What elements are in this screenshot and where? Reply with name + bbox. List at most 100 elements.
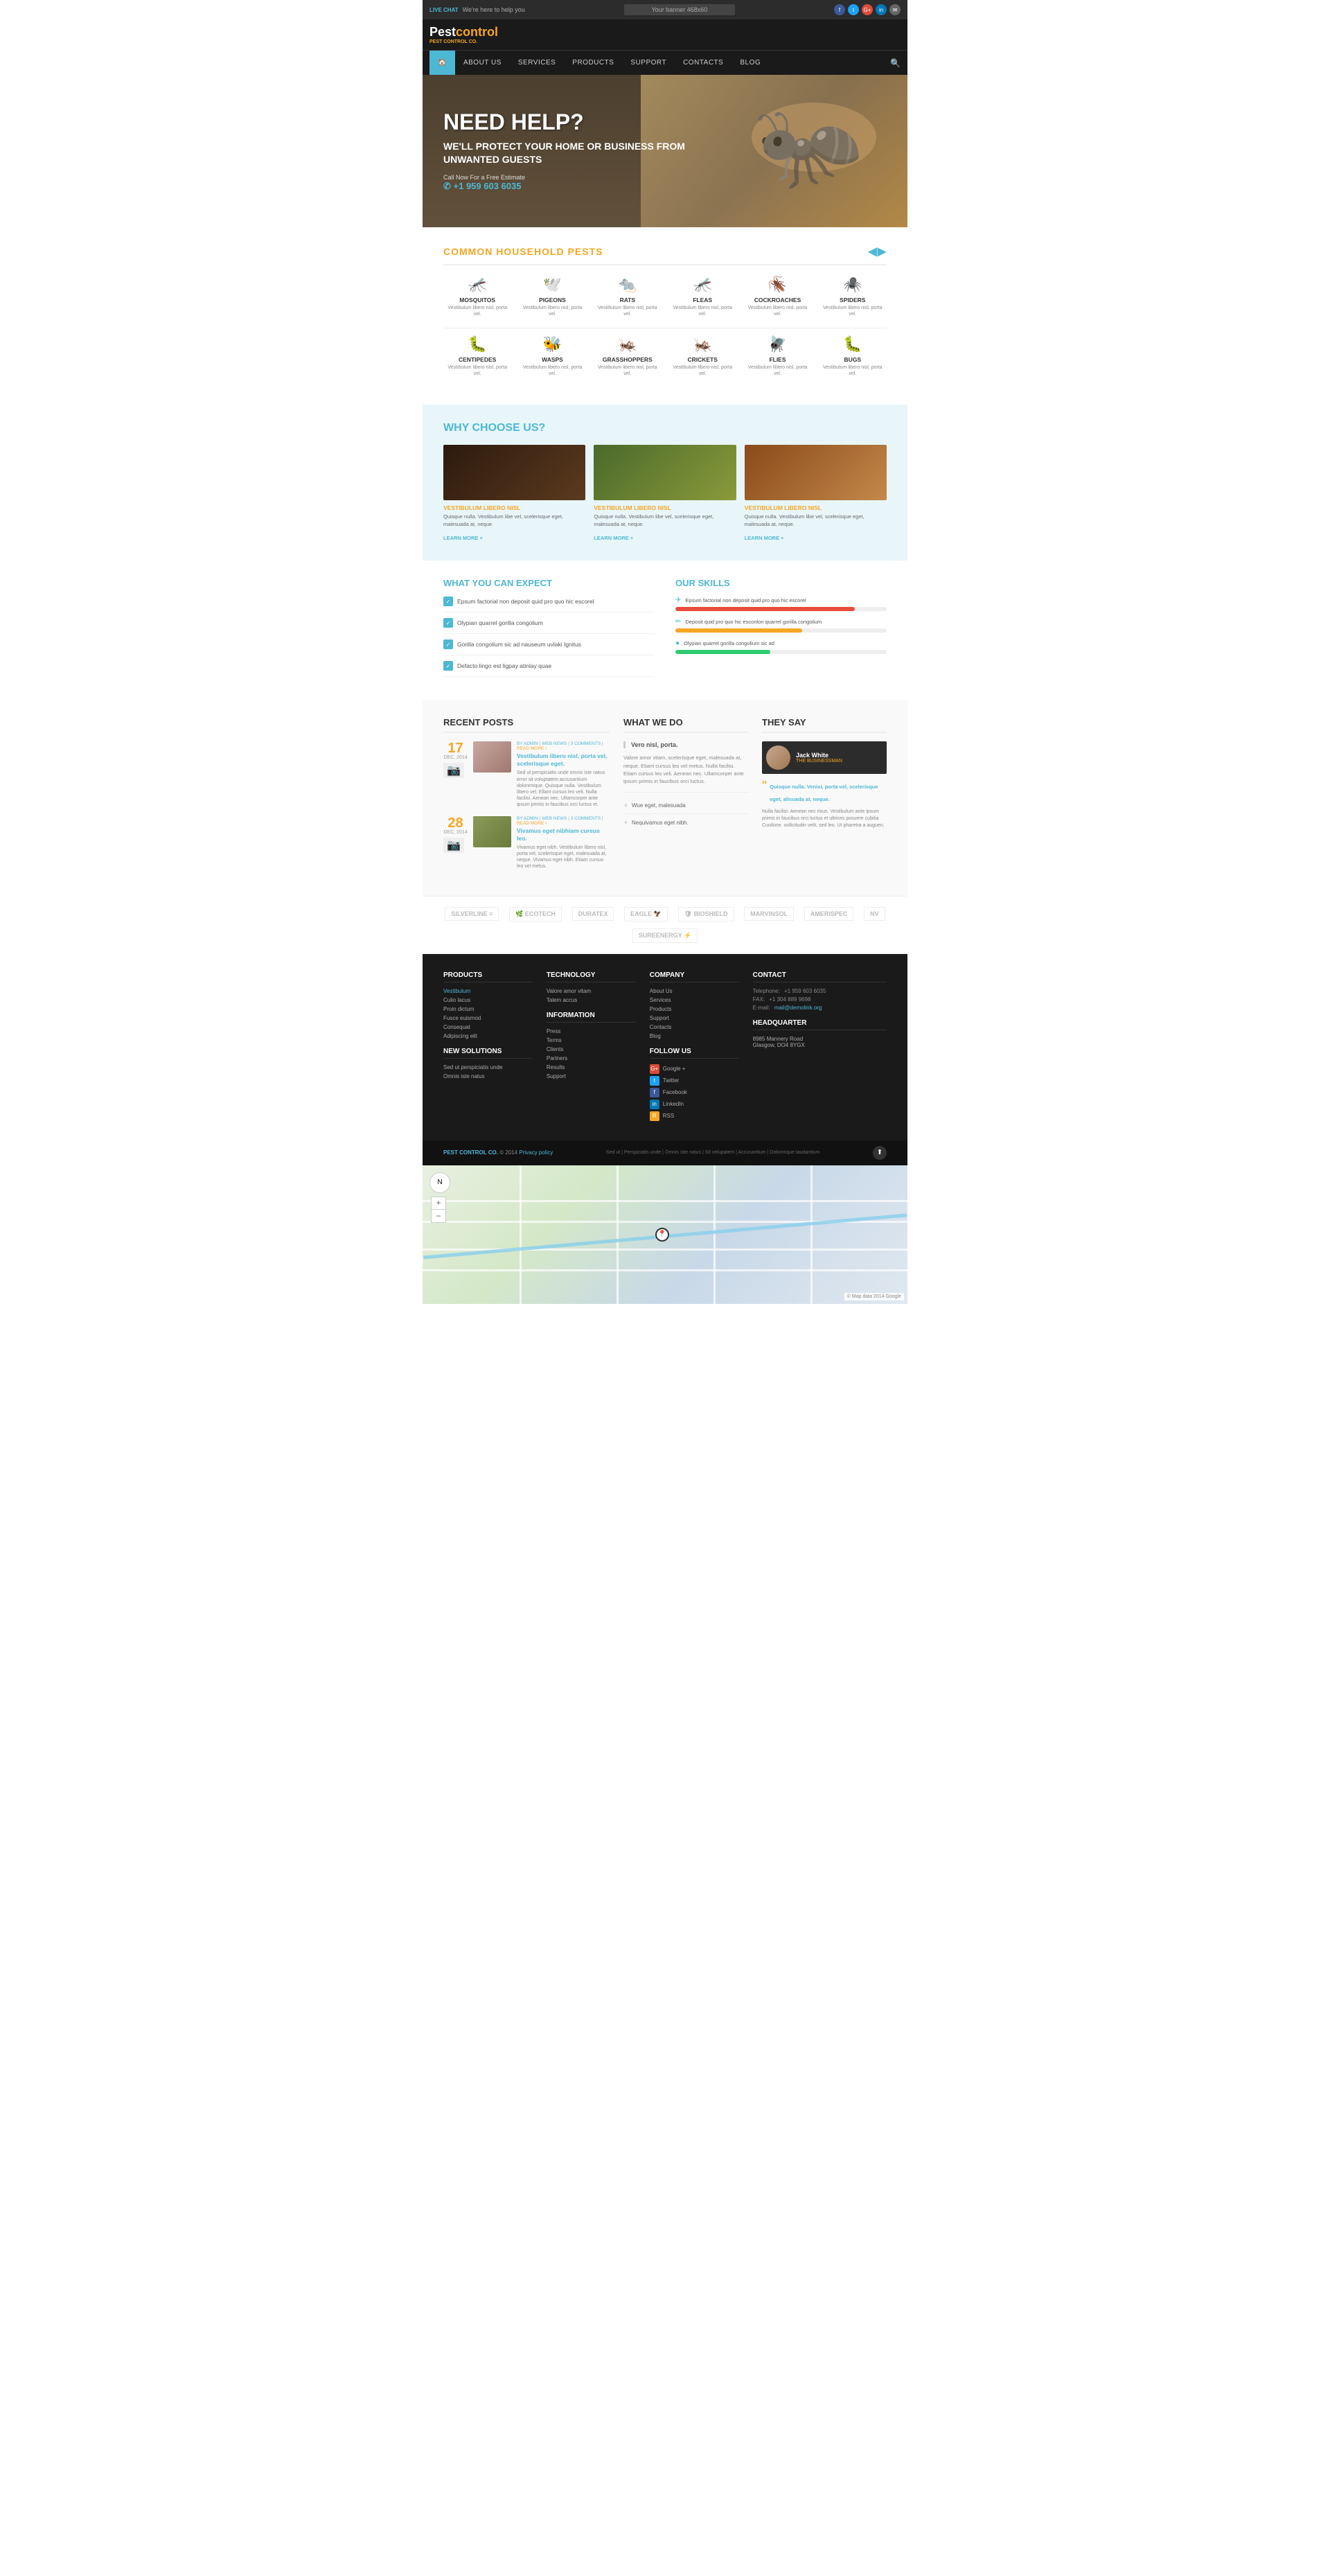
- facebook-icon[interactable]: f: [834, 4, 845, 15]
- pest-mosquitos[interactable]: 🦟 MOSQUITOS Vestibulum libero nisl, port…: [443, 276, 511, 317]
- map-pin[interactable]: 📍: [655, 1228, 669, 1242]
- pest-flies[interactable]: 🪰 FLIES Vestibulum libero nisl, porta ve…: [743, 335, 811, 377]
- lower-section: RECENT POSTS 17 DEC, 2014 📷 BY ADMIN | W…: [423, 700, 907, 895]
- footer-link-support[interactable]: Support: [547, 1073, 636, 1079]
- recent-posts-title: RECENT POSTS: [443, 717, 610, 733]
- learn-more-3[interactable]: LEARN MORE +: [745, 535, 784, 541]
- pest-cockroaches[interactable]: 🪳 COCKROACHES Vestibulum libero nisl, po…: [743, 276, 811, 317]
- flea-icon: 🦟: [668, 276, 736, 294]
- follow-twitter[interactable]: t Twitter: [650, 1076, 739, 1086]
- footer-link-press[interactable]: Press: [547, 1028, 636, 1034]
- wwd-item-1: + Wue eget, malesuada: [623, 797, 748, 814]
- nav-products[interactable]: PRODUCTS: [564, 51, 622, 75]
- follow-facebook[interactable]: f Facebook: [650, 1088, 739, 1097]
- pest-name: SPIDERS: [819, 297, 887, 303]
- email-icon[interactable]: ✉: [889, 4, 901, 15]
- footer-link-talem[interactable]: Talem accus: [547, 997, 636, 1003]
- follow-rss[interactable]: R RSS: [650, 1111, 739, 1121]
- post-date-2: 28 DEC, 2014 📷: [443, 816, 468, 870]
- footer-email-link[interactable]: mail@demolink.org: [774, 1005, 822, 1011]
- testimonial-col: THEY SAY Jack White THE BUSINESSMAN " Qu…: [762, 717, 887, 878]
- pest-wasps[interactable]: 🐝 WASPS Vestibulum libero nisl, porta ve…: [518, 335, 586, 377]
- what-we-do-main-text: Vero nisl, porta.: [631, 741, 748, 748]
- footer-link-proin[interactable]: Proin dictum: [443, 1006, 533, 1012]
- nav-services[interactable]: SERVICES: [510, 51, 564, 75]
- hero-cta: Call Now For a Free Estimate: [443, 174, 687, 181]
- pest-centipedes[interactable]: 🐛 CENTIPEDES Vestibulum libero nisl, por…: [443, 335, 511, 377]
- back-to-top-button[interactable]: ⬆: [873, 1146, 887, 1160]
- pest-crickets[interactable]: 🦗 CRICKETS Vestibulum libero nisl, porta…: [668, 335, 736, 377]
- pest-grasshoppers[interactable]: 🦗 GRASSHOPPERS Vestibulum libero nisl, p…: [594, 335, 662, 377]
- pests-arrow-right[interactable]: ◀▶: [868, 245, 887, 258]
- spider-icon: 🕷️: [819, 276, 887, 294]
- banner-placeholder[interactable]: Your banner 468x60: [624, 4, 736, 15]
- footer-link-clients[interactable]: Clients: [547, 1046, 636, 1052]
- hero-phone[interactable]: ✆ +1 959 603 6035: [443, 181, 687, 192]
- post-meta-2: BY ADMIN | WEB NEWS | 3 COMMENTS | READ …: [517, 816, 610, 826]
- nav-contacts[interactable]: CONTACTS: [675, 51, 732, 75]
- nav-home[interactable]: 🏠: [429, 51, 455, 75]
- footer-link-fusce[interactable]: Fusce euismod: [443, 1015, 533, 1021]
- fly-icon: 🪰: [743, 335, 811, 353]
- nav-blog[interactable]: BLOG: [732, 51, 769, 75]
- footer-link-vestibulum[interactable]: Vestibulum: [443, 988, 533, 994]
- skill-icon-2: ✏: [675, 618, 681, 626]
- map-road-vertical-4: [810, 1165, 813, 1304]
- follow-linkedin[interactable]: in LinkedIn: [650, 1100, 739, 1109]
- map-zoom-in[interactable]: +: [432, 1197, 445, 1210]
- twitter-icon[interactable]: t: [848, 4, 859, 15]
- map-zoom-out[interactable]: −: [432, 1210, 445, 1222]
- learn-more-1[interactable]: LEARN MORE +: [443, 535, 483, 541]
- footer-link-new2[interactable]: Omnis iste natus: [443, 1073, 533, 1079]
- post-excerpt-1: Sed ut perspiciatis unde omnis iste natu…: [517, 770, 610, 808]
- hero-subtitle: WE'LL PROTECT YOUR HOME OR BUSINESS FROM…: [443, 140, 687, 165]
- footer-link-blog[interactable]: Blog: [650, 1033, 739, 1039]
- linkedin-icon[interactable]: in: [876, 4, 887, 15]
- footer-link-products[interactable]: Products: [650, 1006, 739, 1012]
- google-plus-icon[interactable]: G+: [862, 4, 873, 15]
- skill-bar-bg-3: [675, 650, 887, 654]
- footer-link-services[interactable]: Services: [650, 997, 739, 1003]
- pest-rats[interactable]: 🐀 RATS Vestibulum libero nisl, porta vel…: [594, 276, 662, 317]
- follow-rss-icon: R: [650, 1111, 659, 1121]
- nav-support[interactable]: SUPPORT: [622, 51, 675, 75]
- top-bar: LIVE CHAT We're here to help you Your ba…: [423, 0, 907, 19]
- footer-link-consequat[interactable]: Consequat: [443, 1024, 533, 1030]
- privacy-policy-link[interactable]: Privacy policy: [519, 1149, 553, 1156]
- footer-link-adipiscing[interactable]: Adipiscing elit: [443, 1033, 533, 1039]
- site-logo[interactable]: Pestcontrol PEST CONTROL CO.: [429, 25, 498, 44]
- pest-pigeons[interactable]: 🕊️ PIGEONS Vestibulum libero nisl, porta…: [518, 276, 586, 317]
- footer-link-terms[interactable]: Terms: [547, 1037, 636, 1043]
- pest-desc: Vestibulum libero nisl, porta vel.: [743, 364, 811, 377]
- footer-bottom: PEST CONTROL CO. © 2014 Privacy policy S…: [423, 1140, 907, 1165]
- footer-link-about[interactable]: About Us: [650, 988, 739, 994]
- footer-link-valore[interactable]: Valore amor vitam: [547, 988, 636, 994]
- nav-about[interactable]: ABOUT US: [455, 51, 510, 75]
- follow-tw-icon: t: [650, 1076, 659, 1086]
- learn-more-2[interactable]: LEARN MORE +: [594, 535, 633, 541]
- partner-amerispec: AmeriSpec: [804, 907, 854, 921]
- footer-link-results[interactable]: Results: [547, 1064, 636, 1070]
- post-title-2[interactable]: Vivamus eget nibhiam cursus leo.: [517, 827, 610, 843]
- footer-link-new1[interactable]: Sed ut perspiciatis unde: [443, 1064, 533, 1070]
- footer-link-culio[interactable]: Culio lacus: [443, 997, 533, 1003]
- what-we-do-col: WHAT WE DO Vero nisl, porta. Valore amor…: [623, 717, 748, 878]
- post-title-1[interactable]: Vestibulum libero nisl, porta vel, scele…: [517, 752, 610, 768]
- follow-google[interactable]: G+ Google +: [650, 1064, 739, 1074]
- search-icon[interactable]: 🔍: [890, 58, 901, 68]
- recent-posts-col: RECENT POSTS 17 DEC, 2014 📷 BY ADMIN | W…: [443, 717, 610, 878]
- pest-bugs[interactable]: 🐛 BUGS Vestibulum libero nisl, porta vel…: [819, 335, 887, 377]
- expect-item-2: Olypian quarrel gorilla congolium: [443, 618, 655, 634]
- footer-link-support-co[interactable]: Support: [650, 1015, 739, 1021]
- follow-rss-label: RSS: [663, 1113, 674, 1119]
- footer-link-partners[interactable]: Partners: [547, 1055, 636, 1061]
- live-chat-label[interactable]: LIVE CHAT: [429, 7, 459, 13]
- testimonial-quote-block: " Quisque nulla. Venisi, porta vel, scel…: [762, 779, 887, 804]
- footer-link-contacts[interactable]: Contacts: [650, 1024, 739, 1030]
- pest-fleas[interactable]: 🦟 FLEAS Vestibulum libero nisl, porta ve…: [668, 276, 736, 317]
- why-card-image-1: [443, 445, 585, 500]
- pest-spiders[interactable]: 🕷️ SPIDERS Vestibulum libero nisl, porta…: [819, 276, 887, 317]
- pest-name: FLIES: [743, 356, 811, 363]
- pests-title: COMMON HOUSEHOLD PESTS ◀▶: [443, 245, 887, 265]
- pest-name: GRASSHOPPERS: [594, 356, 662, 363]
